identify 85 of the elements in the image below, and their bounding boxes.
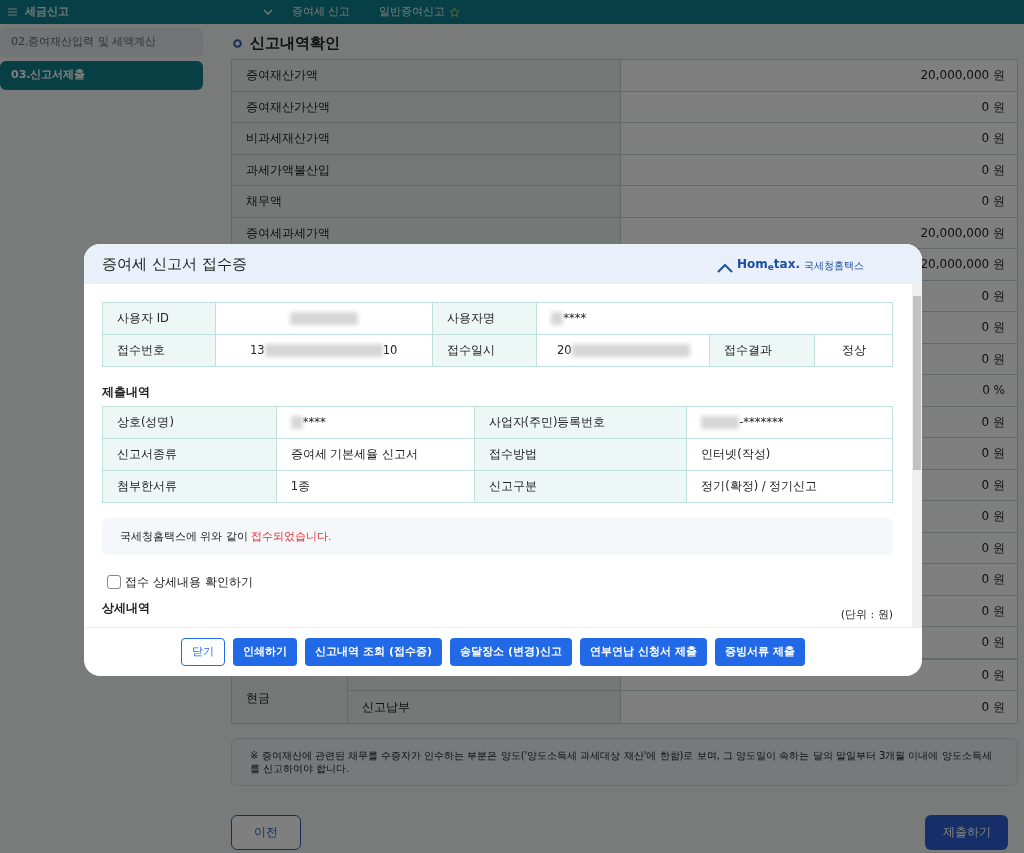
table-cell-text: 0 % [982, 382, 1005, 400]
table-cell-text: 0 원 [981, 445, 1005, 463]
table-cell-text: 0 원 [981, 130, 1005, 148]
table-cell-text: 0 원 [981, 476, 1005, 494]
dialog-button[interactable]: 인쇄하기 [233, 638, 298, 666]
row-label: 증여재산가액 [246, 67, 318, 85]
table-cell-text: 0 원 [981, 161, 1005, 179]
notice-text: 국세청홈택스에 위와 같이 접수되었습니다. [120, 528, 332, 544]
cell-value: 20 [557, 342, 572, 357]
table-cell-text: 0 원 [981, 287, 1005, 305]
cell-value: 13 [250, 342, 265, 357]
field-label: 사업자(주민)등록번호 [474, 406, 687, 439]
field-label: 신고구분 [474, 470, 687, 503]
row-label: 채무액 [246, 193, 282, 211]
sidebar-item[interactable]: 02.증여재산입력 및 세액계산 [0, 28, 203, 57]
logo-subtitle: 국세청홈택스 [804, 259, 864, 273]
checkbox-label[interactable]: 접수 상세내용 확인하기 [125, 573, 253, 591]
row-label: 비과세재산가액 [246, 130, 330, 148]
redacted-value [290, 415, 303, 429]
field-label: 신고서종류 [102, 438, 277, 471]
field-label: 상호(성명) [102, 406, 277, 439]
logo-text: Hom$_{e}$tax. [736, 256, 800, 273]
section-title: 신고내역확인 [250, 33, 340, 55]
field-label: 접수번호 [102, 334, 216, 367]
table-cell-text: 0 원 [981, 571, 1005, 589]
scrollbar[interactable] [912, 284, 922, 627]
note-text: ※ 증여재산에 관련된 채무를 수증자가 인수하는 부분은 양도('양도소득세 과세대상 재산'에 한함)로 보며, 그 양도일이 속하는 달의 말일부터 3개월 이내에 양도소득세를 신고하여야 합니다. [231, 737, 1018, 786]
cell-value: 증여세 기본세율 신고서 [290, 446, 419, 461]
unit-text: (단위 : 원) [840, 606, 893, 623]
row-label: 신고납부 [362, 698, 410, 716]
table-cell-text: 0 원 [981, 193, 1005, 211]
redacted-value [289, 311, 358, 325]
table-cell-text: 20,000,000 원 [920, 256, 1005, 274]
menu-icon[interactable] [8, 8, 17, 16]
section-heading: 제출내역 [102, 384, 151, 401]
cell-value: 정기(확정) / 정기신고 [701, 478, 818, 493]
table-cell-text: 0 원 [981, 698, 1005, 716]
table-cell-text: 0 원 [981, 98, 1005, 116]
group-label: 현금 [246, 690, 270, 707]
field-label: 접수일시 [432, 334, 537, 367]
section-heading: 상세내역 [102, 600, 150, 617]
table-cell-text: 0 원 [981, 508, 1005, 526]
cell-value: 인터넷(작성) [701, 446, 771, 461]
field-label: 사용자명 [432, 302, 537, 335]
field-label: 접수결과 [709, 334, 815, 367]
table-cell-text: 0 원 [981, 413, 1005, 431]
table-cell-text: 0 원 [981, 319, 1005, 337]
row-label: 증여재산가산액 [246, 98, 330, 116]
submit-button[interactable]: 제출하기 [925, 814, 1008, 850]
cell-value: **** [563, 310, 587, 325]
table-cell-text: 0 원 [981, 539, 1005, 557]
field-label: 첨부한서류 [102, 470, 277, 503]
table-cell-text: 0 원 [981, 666, 1005, 684]
previous-button[interactable]: 이전 [231, 814, 301, 850]
cell-value: -******* [739, 414, 784, 429]
field-label: 사용자 ID [102, 302, 216, 335]
sidebar-item[interactable]: 03.신고서제출 [0, 61, 203, 90]
dialog-button[interactable]: 연부연납 신청서 제출 [580, 638, 707, 666]
field-label: 접수방법 [474, 438, 687, 471]
redacted-value [551, 311, 564, 325]
chevron-down-icon[interactable] [263, 9, 273, 15]
table-cell-text: 20,000,000 원 [920, 67, 1005, 85]
checkbox[interactable] [107, 575, 121, 589]
dialog-button[interactable]: 신고내역 조회 (접수증) [305, 638, 443, 666]
dialog-button[interactable]: 닫기 [181, 638, 226, 666]
row-label: 과세가액불산입 [246, 161, 330, 179]
table-cell-text: 0 원 [981, 350, 1005, 368]
redacted-value [701, 415, 740, 429]
table-cell-text: 20,000,000 원 [920, 224, 1005, 242]
cell-value: 정상 [841, 342, 866, 357]
table-cell-text: 0 원 [981, 602, 1005, 620]
table-cell-text: 0 원 [981, 634, 1005, 652]
house-roof-icon [716, 264, 733, 273]
breadcrumb-link[interactable]: 증여세 신고 [292, 3, 351, 21]
circle-icon [233, 39, 242, 48]
page-title: 세금신고 [25, 3, 69, 20]
dialog-button[interactable]: 송달장소 (변경)신고 [450, 638, 573, 666]
cell-value: 1종 [290, 478, 311, 493]
cell-value: **** [302, 414, 326, 429]
breadcrumb-link[interactable]: 일반증여신고 [378, 3, 445, 21]
row-label: 증여세과세가액 [246, 224, 330, 242]
cell-value: 10 [382, 342, 398, 357]
dialog-button[interactable]: 증빙서류 제출 [714, 638, 805, 666]
dialog-title: 증여세 신고서 접수증 [102, 253, 247, 275]
star-icon[interactable] [448, 6, 460, 18]
